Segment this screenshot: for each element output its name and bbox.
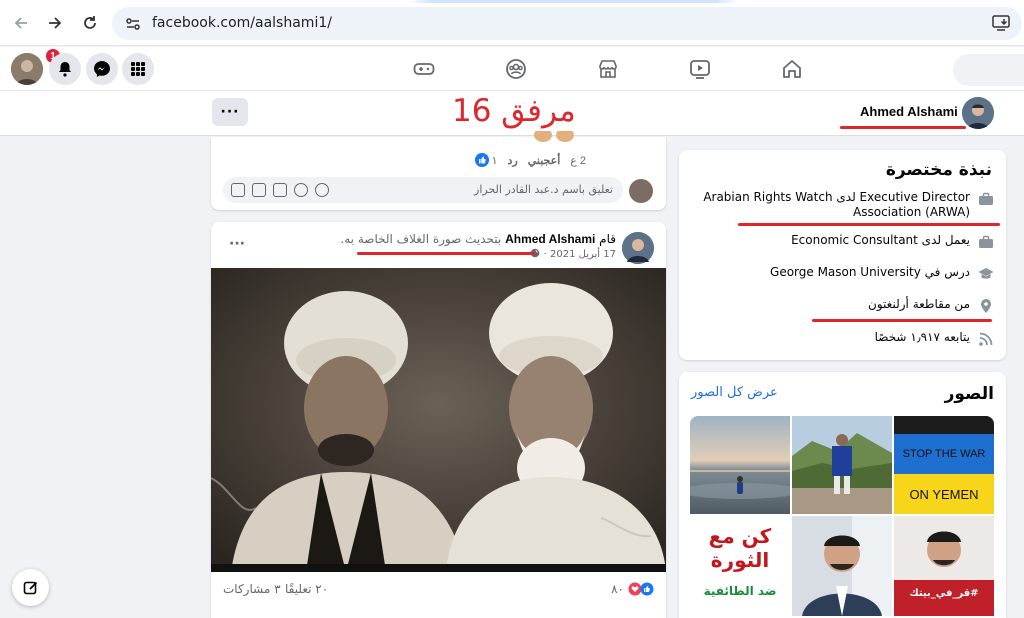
- profile-name[interactable]: Ahmed Alshami: [860, 104, 958, 119]
- location-pin-icon: [981, 299, 991, 313]
- install-app-icon[interactable]: [992, 15, 1010, 31]
- like-count: ١: [491, 154, 498, 167]
- post-date-text[interactable]: 17 أبريل 2021 ·: [544, 249, 616, 260]
- menu-button[interactable]: [122, 53, 154, 85]
- gif-icon[interactable]: [252, 183, 266, 197]
- photo-selfie[interactable]: [792, 516, 892, 616]
- sticker-icon[interactable]: [231, 183, 245, 197]
- post-action: بتحديث صورة الغلاف الخاصة به.: [340, 232, 502, 246]
- intro-title: نبذة مختصرة: [885, 160, 992, 180]
- post-action-prefix: قام: [599, 232, 616, 246]
- briefcase-icon: [979, 235, 993, 248]
- name-underline-annotation: [840, 126, 966, 129]
- messenger-button[interactable]: [86, 53, 118, 85]
- facebook-header: 1: [0, 47, 1024, 91]
- graduation-cap-icon: [978, 268, 994, 279]
- post-author-avatar[interactable]: [622, 232, 654, 264]
- avatar-sticker-icon[interactable]: [315, 183, 329, 197]
- post-more-button[interactable]: ···: [229, 236, 245, 252]
- emoji-icon[interactable]: [294, 183, 308, 197]
- shares-count[interactable]: ٣ مشاركات: [223, 582, 281, 596]
- tab-strip-edge: [0, 0, 1024, 3]
- intro-item-followers: يتابعه ١٫٩١٧ شخصًا: [875, 330, 994, 347]
- comment-placeholder: تعليق باسم د.عبد القادر الحراز: [474, 183, 613, 196]
- browser-toolbar: facebook.com/aalshami1/: [0, 0, 1024, 46]
- site-settings-icon[interactable]: [125, 16, 141, 32]
- stop-war-text: STOP THE WAR: [894, 434, 994, 474]
- reactions-icon: [628, 582, 654, 596]
- search-box[interactable]: [953, 54, 1024, 86]
- back-arrow-icon[interactable]: [9, 11, 33, 35]
- intro-job-text[interactable]: يعمل لدى Economic Consultant: [791, 233, 970, 248]
- address-bar[interactable]: facebook.com/aalshami1/: [112, 7, 1022, 40]
- intro-card: نبذة مختصرة Executive Director لدى Arabi…: [679, 150, 1006, 360]
- calligraphy-top: كن مع الثورة: [708, 524, 772, 572]
- intro-item-work: Executive Director لدى Arabian Rights Wa…: [694, 190, 994, 220]
- reply-link[interactable]: رد: [508, 154, 518, 167]
- compose-icon: [23, 581, 37, 594]
- reaction-count[interactable]: ٨٠: [611, 582, 624, 596]
- rss-icon: [979, 332, 993, 346]
- photo-stop-war[interactable]: STOP THE WAR ON YEMEN: [894, 416, 994, 514]
- home-icon[interactable]: [781, 58, 803, 80]
- intro-education-text[interactable]: درس في George Mason University: [770, 265, 970, 280]
- stay-home-caption: #قر_في_بيتك: [909, 588, 979, 599]
- photo-stay-home[interactable]: #قر_في_بيتك: [894, 516, 994, 616]
- intro-location-text[interactable]: من مقاطعة أرلنغتون: [868, 297, 970, 312]
- profile-more-button[interactable]: ···: [212, 98, 248, 126]
- marketplace-icon[interactable]: [597, 58, 619, 80]
- briefcase-icon: [979, 192, 993, 205]
- gaming-icon[interactable]: [413, 58, 435, 80]
- like-reaction-icon: [474, 153, 489, 167]
- profile-avatar[interactable]: [962, 97, 994, 129]
- camera-icon[interactable]: [273, 183, 287, 197]
- intro-item-education: درس في George Mason University: [770, 265, 994, 282]
- photo-calligraphy[interactable]: كن مع الثورة ضد الطائفية: [690, 516, 790, 616]
- intro-followers-text[interactable]: يتابعه ١٫٩١٧ شخصًا: [875, 330, 970, 345]
- photo-beach[interactable]: [690, 416, 790, 514]
- post-card: 2 ع أعجبني رد ١ تعليق باسم د.عبد القادر …: [211, 128, 666, 210]
- photos-title: الصور: [944, 384, 994, 404]
- photo-mountain[interactable]: [792, 416, 892, 514]
- see-all-photos-link[interactable]: عرض كل الصور: [691, 385, 778, 400]
- account-avatar[interactable]: [11, 53, 43, 85]
- attachment-annotation: مرفق 16: [452, 93, 576, 129]
- post-date[interactable]: 17 أبريل 2021 ·: [530, 248, 616, 260]
- comment-input[interactable]: تعليق باسم د.عبد القادر الحراز: [223, 177, 623, 203]
- bell-icon: [59, 62, 71, 77]
- intro-item-location: من مقاطعة أرلنغتون: [868, 297, 994, 314]
- comment-time: 2 ع: [570, 154, 586, 167]
- grid-menu-icon: [131, 62, 145, 76]
- comments-count[interactable]: ٢٠ تعليقًا: [285, 582, 328, 596]
- work-underline-annotation: [738, 223, 1000, 226]
- cover-photo-image[interactable]: [211, 268, 666, 572]
- calligraphy-bottom: ضد الطائفية: [703, 584, 777, 598]
- post-stats: ٣ مشاركات ٢٠ تعليقًا ٨٠: [223, 582, 654, 598]
- location-underline-annotation: [812, 319, 992, 322]
- photos-card: الصور عرض كل الصور STOP THE WAR ON YEMEN…: [679, 372, 1006, 618]
- messenger-icon: [94, 61, 110, 77]
- url-text[interactable]: facebook.com/aalshami1/: [152, 15, 332, 31]
- post-author[interactable]: Ahmed Alshami: [505, 232, 595, 246]
- profile-sticky-bar: ··· مرفق 16 Ahmed Alshami: [0, 91, 1024, 136]
- groups-icon[interactable]: [505, 58, 527, 80]
- like-link[interactable]: أعجبني: [528, 154, 561, 167]
- post-header-underline-annotation: [357, 252, 535, 255]
- cover-photo-post: ··· قام Ahmed Alshami بتحديث صورة الغلاف…: [211, 222, 666, 618]
- new-message-button[interactable]: [12, 569, 49, 606]
- on-yemen-text: ON YEMEN: [894, 474, 994, 514]
- reload-icon[interactable]: [78, 11, 102, 35]
- intro-item-job: يعمل لدى Economic Consultant: [791, 233, 994, 250]
- post-header: قام Ahmed Alshami بتحديث صورة الغلاف الخ…: [340, 232, 616, 246]
- commenter-avatar[interactable]: [629, 179, 653, 203]
- intro-work-text[interactable]: Executive Director لدى Arabian Rights Wa…: [694, 190, 970, 220]
- clapping-emoji: [531, 128, 581, 147]
- forward-arrow-icon[interactable]: [43, 11, 67, 35]
- notifications-button[interactable]: [49, 53, 81, 85]
- video-icon[interactable]: [689, 58, 711, 80]
